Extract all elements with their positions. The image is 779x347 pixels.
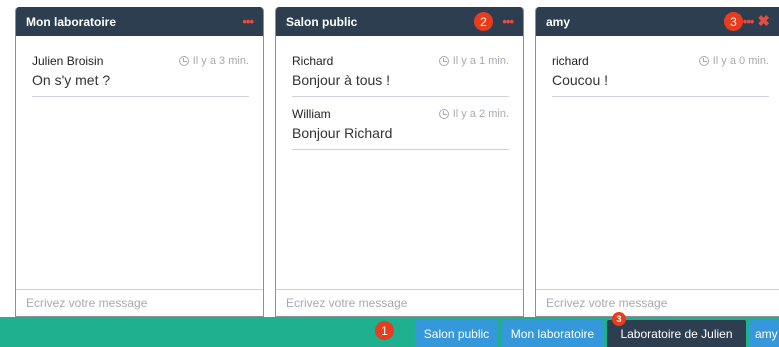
message-timestamp: Il y a 2 min. [438, 108, 509, 120]
message-item: Julien Broisin Il y a 3 min. On s'y met … [32, 44, 249, 97]
message-author: William [292, 107, 331, 121]
chat-window-title: Salon public [286, 14, 358, 29]
message-time-text: Il y a 0 min. [712, 55, 769, 67]
chat-window-salon-public: Salon public ••• Richard Il y a 1 min. B… [275, 7, 524, 317]
chat-window-title: Mon laboratoire [26, 14, 117, 29]
message-time-text: Il y a 3 min. [192, 55, 249, 67]
chat-app: Mon laboratoire ••• Julien Broisin Il y … [0, 0, 779, 347]
taskbar-tab-mon-laboratoire[interactable]: Mon laboratoire [502, 320, 603, 347]
clock-icon [698, 56, 709, 66]
chat-window-title: amy [546, 14, 571, 29]
more-options-icon[interactable]: ••• [502, 15, 514, 28]
chat-window-mon-laboratoire: Mon laboratoire ••• Julien Broisin Il y … [15, 7, 264, 317]
message-input[interactable] [16, 289, 263, 316]
message-item: richard Il y a 0 min. Coucou ! [552, 44, 769, 97]
message-author: Richard [292, 54, 334, 68]
taskbar-tab-amy[interactable]: amy [750, 320, 779, 347]
message-input[interactable] [276, 289, 523, 316]
unread-count-badge: 3 [612, 312, 626, 326]
message-item: William Il y a 2 min. Bonjour Richard [292, 97, 509, 150]
message-list: richard Il y a 0 min. Coucou ! [536, 36, 779, 97]
chat-window-amy: amy ••• ✖ richard Il y a 0 min. Coucou ! [535, 7, 779, 317]
more-options-icon[interactable]: ••• [242, 15, 254, 28]
clock-icon [178, 56, 189, 66]
message-timestamp: Il y a 1 min. [438, 55, 509, 67]
chat-window-header[interactable]: Mon laboratoire ••• [16, 7, 263, 36]
message-text: Coucou ! [552, 72, 609, 88]
taskbar-tab-laboratoire-de-julien[interactable]: Laboratoire de Julien [607, 320, 746, 347]
message-text: On s'y met ? [32, 72, 111, 88]
annotation-marker-2: 2 [474, 12, 493, 31]
taskbar-tab-salon-public[interactable]: Salon public [415, 320, 498, 347]
message-list: Julien Broisin Il y a 3 min. On s'y met … [16, 36, 263, 97]
clock-icon [438, 56, 449, 66]
message-time-text: Il y a 1 min. [452, 55, 509, 67]
message-text: Bonjour Richard [292, 125, 393, 141]
close-icon[interactable]: ✖ [757, 14, 770, 29]
message-text: Bonjour à tous ! [292, 72, 391, 88]
message-timestamp: Il y a 0 min. [698, 55, 769, 67]
message-author: Julien Broisin [32, 54, 104, 68]
message-timestamp: Il y a 3 min. [178, 55, 249, 67]
message-input[interactable] [536, 289, 779, 316]
message-time-text: Il y a 2 min. [452, 108, 509, 120]
clock-icon [438, 109, 449, 119]
message-list: Richard Il y a 1 min. Bonjour à tous ! W… [276, 36, 523, 150]
more-options-icon[interactable]: ••• [743, 15, 755, 28]
annotation-marker-3: 3 [724, 12, 743, 31]
annotation-marker-1: 1 [375, 321, 394, 340]
message-author: richard [552, 54, 589, 68]
message-item: Richard Il y a 1 min. Bonjour à tous ! [292, 44, 509, 97]
